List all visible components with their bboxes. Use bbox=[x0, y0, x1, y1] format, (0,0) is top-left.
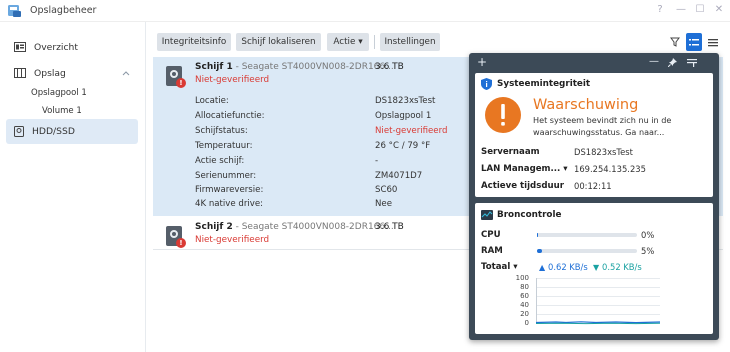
detail-label: 4K native drive: bbox=[195, 199, 264, 209]
sidebar-item-hdd-ssd[interactable]: HDD/SSD bbox=[6, 119, 138, 144]
detail-value: ZM4071D7 bbox=[375, 171, 423, 181]
disk-1-status: Niet-geverifieerd bbox=[195, 75, 270, 85]
cpu-value: 0% bbox=[641, 230, 655, 240]
detail-value: SC60 bbox=[375, 185, 398, 195]
hdd-icon bbox=[14, 126, 24, 137]
sidebar: Overzicht Opslag Opslagpool 1 Volume 1 H… bbox=[0, 22, 146, 352]
total-dropdown[interactable]: Totaal ▾ bbox=[481, 262, 518, 272]
resource-monitor-icon bbox=[481, 210, 493, 220]
disk-2-size: 3.6 TB bbox=[375, 222, 404, 232]
warning-icon bbox=[485, 97, 521, 133]
sidebar-item-label: HDD/SSD bbox=[32, 126, 75, 137]
y-tick: 80 bbox=[520, 283, 529, 291]
detail-value: Opslagpool 1 bbox=[375, 111, 432, 121]
lan-management-dropdown[interactable]: LAN Managem... ▾ bbox=[481, 164, 568, 174]
detail-value: DS1823xsTest bbox=[375, 96, 436, 106]
detail-label: Allocatiefunctie: bbox=[195, 111, 265, 121]
widget-panel: + — Systeemintegriteit Waarschuwing Het … bbox=[469, 53, 719, 340]
detail-label: Firmwareversie: bbox=[195, 185, 264, 195]
y-tick: 60 bbox=[520, 292, 529, 300]
window-title: Opslagbeheer bbox=[30, 5, 97, 16]
ram-label: RAM bbox=[481, 246, 503, 256]
warning-message-line1: Het systeem bevindt zich nu in de bbox=[533, 115, 672, 125]
shield-info-icon bbox=[481, 78, 492, 90]
resource-monitor-card: Broncontrole CPU 0% RAM 5% Totaal ▾ ▲ 0.… bbox=[475, 203, 713, 334]
storage-icon bbox=[14, 68, 26, 78]
upload-line bbox=[536, 321, 660, 324]
list-view-icon[interactable] bbox=[686, 33, 702, 51]
maximize-icon[interactable]: ☐ bbox=[694, 4, 706, 15]
add-widget-icon[interactable]: + bbox=[477, 55, 487, 69]
filter-icon[interactable] bbox=[667, 33, 683, 51]
detail-label: Actie schijf: bbox=[195, 156, 245, 166]
info-key: Servernaam bbox=[481, 147, 540, 157]
sidebar-item-opslag[interactable]: Opslag bbox=[6, 61, 138, 85]
ram-bar bbox=[537, 249, 637, 253]
menu-icon[interactable] bbox=[705, 33, 721, 51]
integrity-info-button[interactable]: Integriteitsinfo bbox=[157, 33, 231, 51]
action-dropdown-button[interactable]: Actie ▾ bbox=[327, 33, 369, 51]
chevron-up-icon[interactable] bbox=[122, 70, 130, 76]
minimize-widget-icon[interactable]: — bbox=[649, 56, 659, 67]
detail-label: Serienummer: bbox=[195, 171, 257, 181]
y-tick: 100 bbox=[515, 274, 529, 282]
locate-disk-button[interactable]: Schijf lokaliseren bbox=[236, 33, 321, 51]
info-value: 00:12:11 bbox=[574, 181, 612, 191]
overview-icon bbox=[14, 42, 26, 52]
y-tick: 40 bbox=[520, 301, 529, 309]
warning-heading: Waarschuwing bbox=[533, 97, 639, 113]
card-title: Broncontrole bbox=[497, 210, 562, 220]
disk-1-size: 3.6 TB bbox=[375, 62, 404, 72]
storage-manager-app-icon bbox=[8, 5, 21, 17]
pin-icon[interactable] bbox=[668, 58, 677, 67]
info-value: 169.254.135.235 bbox=[574, 164, 646, 174]
detail-value: 26 °C / 79 °F bbox=[375, 141, 431, 151]
detail-value: Nee bbox=[375, 199, 393, 209]
card-title: Systeemintegriteit bbox=[497, 79, 591, 89]
detail-value: - bbox=[375, 156, 379, 166]
minimize-icon[interactable]: — bbox=[675, 4, 687, 15]
download-rate: 0.52 KB/s bbox=[602, 262, 642, 272]
network-chart bbox=[536, 278, 660, 325]
system-integrity-card: Systeemintegriteit Waarschuwing Het syst… bbox=[475, 73, 713, 197]
settings-icon[interactable] bbox=[687, 58, 697, 67]
y-tick: 0 bbox=[524, 319, 529, 327]
detail-label: Temperatuur: bbox=[195, 141, 253, 151]
sidebar-item-label: Overzicht bbox=[34, 41, 78, 53]
cpu-bar-fill bbox=[537, 233, 538, 237]
chart-y-axis-ticks: 100 80 60 40 20 0 bbox=[505, 274, 529, 328]
toolbar-divider bbox=[374, 35, 375, 49]
info-key: Actieve tijdsduur bbox=[481, 181, 564, 191]
help-icon[interactable]: ? bbox=[654, 4, 666, 15]
upload-rate: 0.62 KB/s bbox=[548, 262, 588, 272]
cpu-label: CPU bbox=[481, 230, 501, 240]
close-icon[interactable]: ✕ bbox=[713, 4, 725, 15]
detail-label: Locatie: bbox=[195, 96, 229, 106]
settings-button[interactable]: Instellingen bbox=[380, 33, 440, 51]
y-tick: 20 bbox=[520, 310, 529, 318]
cpu-bar bbox=[537, 233, 637, 237]
disk-2-title: Schijf 2 - Seagate ST4000VN008-2DR166... bbox=[195, 222, 394, 232]
info-value: DS1823xsTest bbox=[574, 147, 633, 157]
sidebar-subitem-opslagpool[interactable]: Opslagpool 1 bbox=[31, 88, 87, 98]
hdd-icon: ! bbox=[166, 66, 186, 88]
ram-bar-fill bbox=[537, 249, 542, 253]
sidebar-item-label: Opslag bbox=[34, 67, 66, 79]
warning-message-line2[interactable]: waarschuwingsstatus. Ga naar... bbox=[533, 127, 664, 137]
download-arrow-icon: ▼ bbox=[593, 263, 600, 272]
upload-arrow-icon: ▲ bbox=[539, 263, 546, 272]
sidebar-item-overzicht[interactable]: Overzicht bbox=[6, 35, 138, 59]
detail-label: Schijfstatus: bbox=[195, 126, 248, 136]
title-bar: Opslagbeheer ? — ☐ ✕ bbox=[0, 0, 730, 22]
ram-value: 5% bbox=[641, 246, 655, 256]
sidebar-subitem-volume[interactable]: Volume 1 bbox=[42, 106, 82, 116]
hdd-icon: ! bbox=[166, 226, 186, 248]
detail-value: Niet-geverifieerd bbox=[375, 126, 448, 136]
disk-1-title: Schijf 1 - Seagate ST4000VN008-2DR166... bbox=[195, 62, 394, 72]
disk-2-status: Niet-geverifieerd bbox=[195, 235, 270, 245]
